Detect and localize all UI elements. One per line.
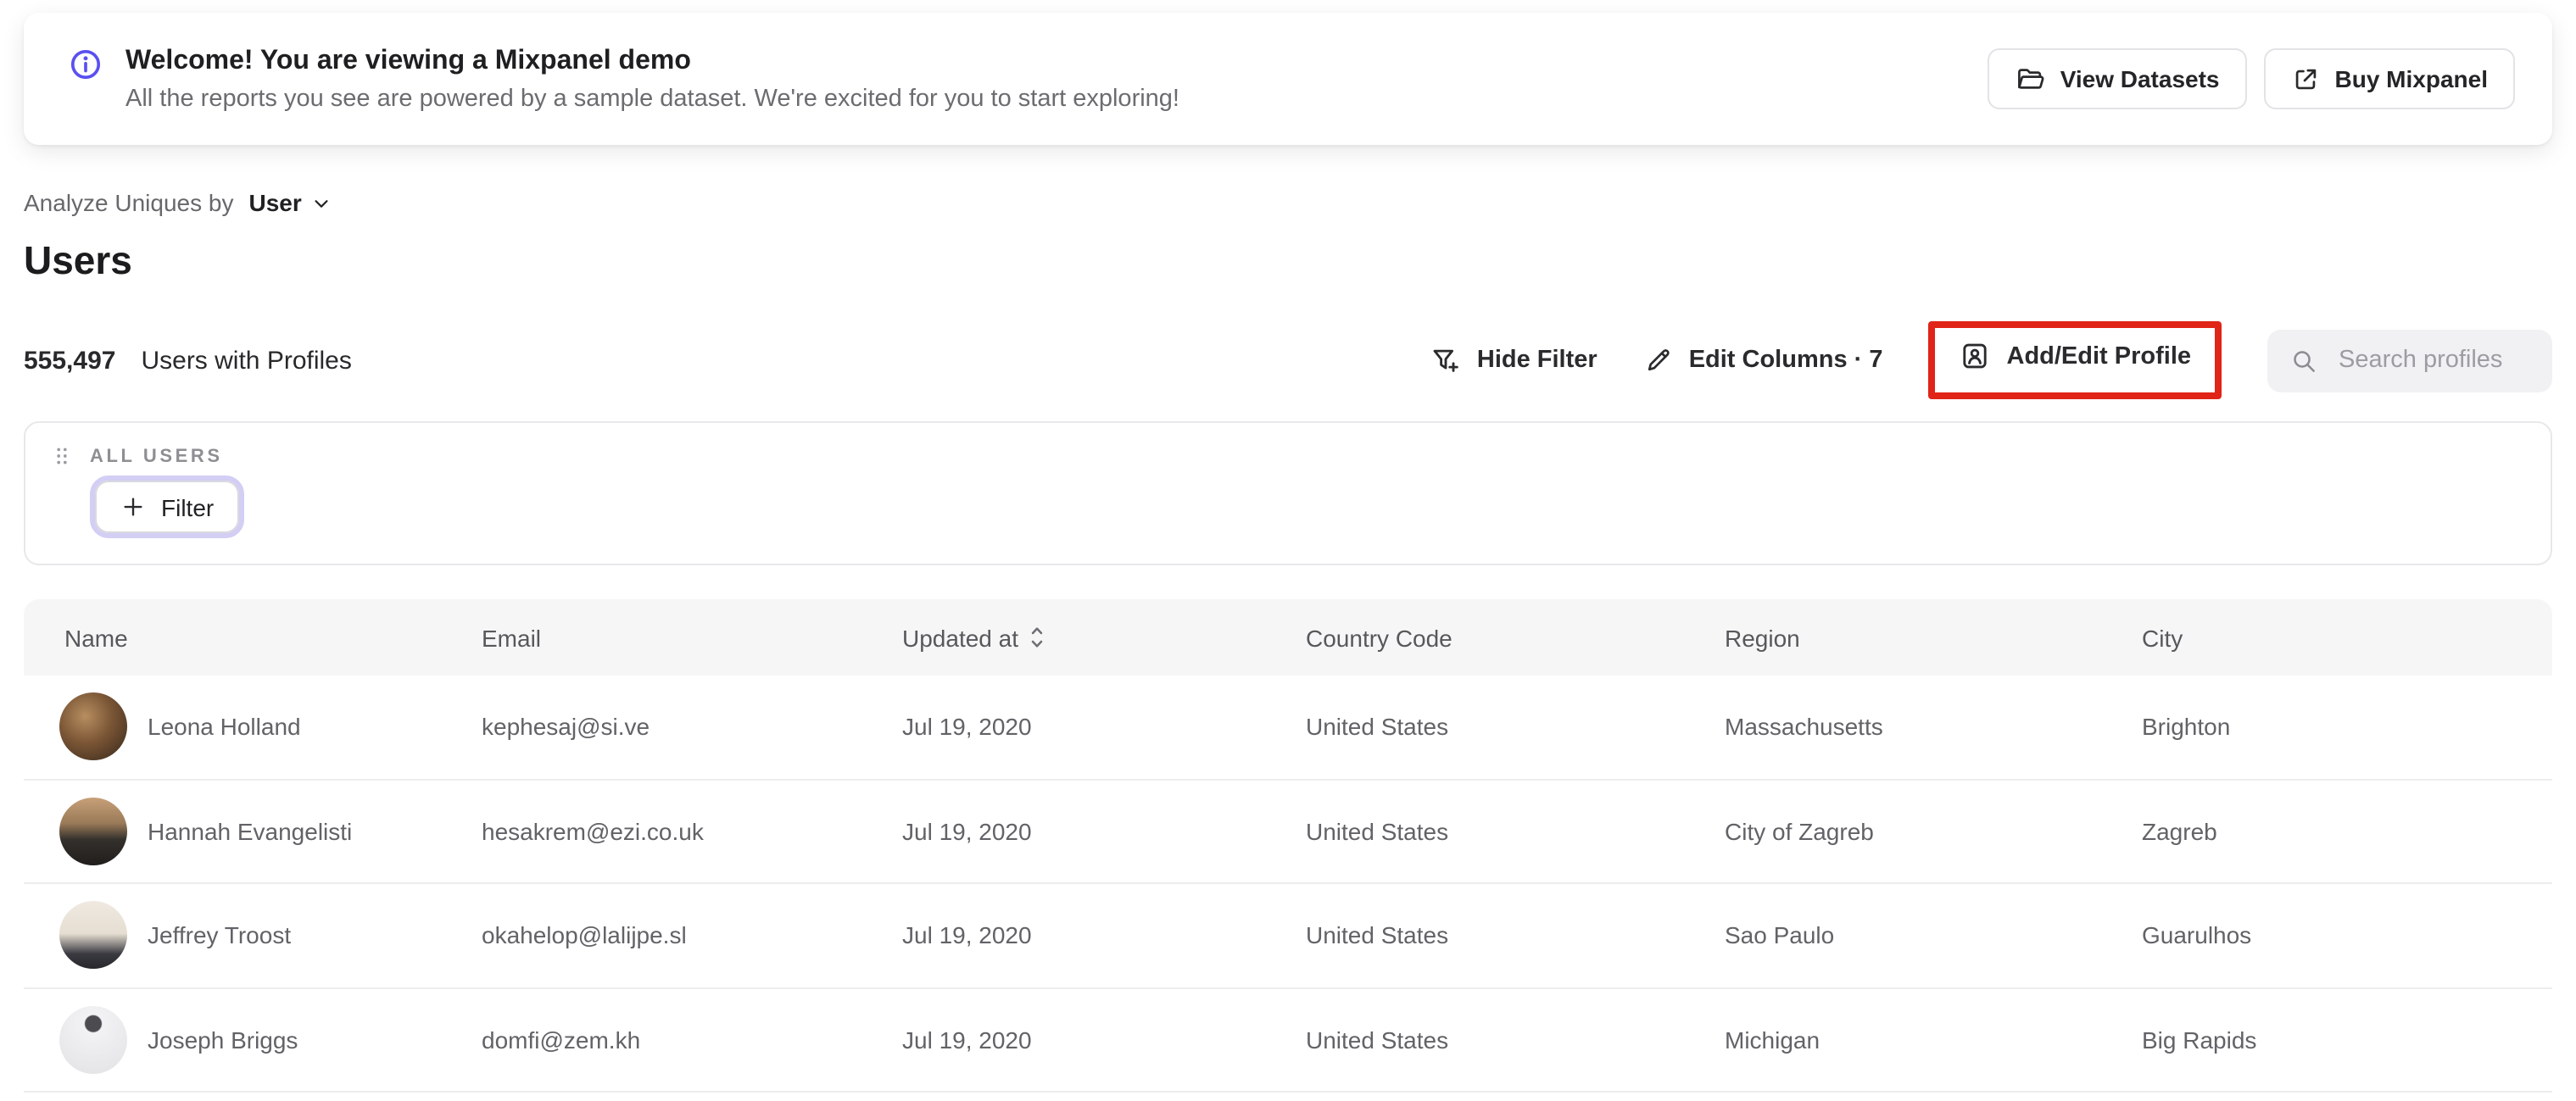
- cell-updated-at: Jul 19, 2020: [902, 713, 1032, 741]
- cell-country-code: United States: [1306, 713, 1449, 741]
- column-header-updated-at[interactable]: Updated at: [902, 624, 1306, 651]
- search-profiles-box: [2267, 329, 2552, 392]
- analyze-by-dropdown[interactable]: User: [249, 189, 331, 216]
- filter-button-focus-ring: Filter: [90, 475, 245, 538]
- add-edit-profile-button[interactable]: Add/Edit Profile: [1960, 340, 2192, 372]
- hide-filter-label: Hide Filter: [1476, 347, 1597, 374]
- cell-name: Leona Holland: [148, 713, 301, 741]
- cell-city: Brighton: [2142, 713, 2231, 741]
- cell-city: Zagreb: [2142, 817, 2217, 845]
- analyze-row: Analyze Uniques by User: [24, 189, 2552, 216]
- cell-email: kephesaj@si.ve: [482, 713, 650, 741]
- profiles-count-label: Users with Profiles: [141, 346, 352, 375]
- filter-group-label: ALL USERS: [90, 446, 223, 466]
- banner-actions: View Datasets Buy Mixpanel: [1987, 48, 2515, 109]
- profiles-count-number: 555,497: [24, 346, 116, 375]
- cell-updated-at: Jul 19, 2020: [902, 921, 1032, 949]
- cell-city: Guarulhos: [2142, 921, 2252, 949]
- page-title: Users: [24, 238, 132, 282]
- column-header-email: Email: [482, 624, 542, 651]
- person-card-icon: [1960, 340, 1992, 372]
- pencil-icon: [1643, 345, 1674, 375]
- column-header-name: Name: [64, 624, 128, 651]
- column-header-country-code: Country Code: [1306, 624, 1452, 651]
- stats-toolbar-row: 555,497 Users with Profiles Hide Filter: [24, 321, 2552, 399]
- external-link-icon: [2291, 64, 2320, 93]
- cell-region: City of Zagreb: [1725, 817, 1874, 845]
- avatar: [59, 692, 127, 761]
- analyze-label: Analyze Uniques by: [24, 189, 234, 216]
- banner-title: Welcome! You are viewing a Mixpanel demo: [125, 47, 691, 75]
- annotation-highlight-box: Add/Edit Profile: [1928, 321, 2222, 399]
- users-page: Welcome! You are viewing a Mixpanel demo…: [0, 13, 2576, 1101]
- filter-panel: ALL USERS Filter: [24, 421, 2552, 565]
- search-profiles-input[interactable]: [2335, 345, 2530, 375]
- cell-region: Massachusetts: [1725, 713, 1883, 741]
- info-icon: [68, 47, 103, 82]
- cell-region: Sao Paulo: [1725, 921, 1835, 949]
- add-filter-label: Filter: [161, 493, 215, 520]
- cell-email: domfi@zem.kh: [482, 1026, 641, 1054]
- funnel-plus-icon: [1430, 344, 1462, 376]
- table-row[interactable]: Joseph Briggs domfi@zem.kh Jul 19, 2020 …: [24, 988, 2552, 1093]
- users-table: Name Email Updated at Country Code Regio…: [24, 599, 2552, 1093]
- cell-city: Big Rapids: [2142, 1026, 2257, 1054]
- toolbar: Hide Filter Edit Columns · 7 Add/Edit Pr…: [1430, 321, 2552, 399]
- table-row[interactable]: Hannah Evangelisti hesakrem@ezi.co.uk Ju…: [24, 780, 2552, 884]
- edit-columns-label: Edit Columns · 7: [1688, 347, 1883, 374]
- cell-email: okahelop@lalijpe.sl: [482, 921, 687, 949]
- view-datasets-button[interactable]: View Datasets: [1987, 48, 2247, 109]
- drag-handle-icon[interactable]: [51, 445, 73, 467]
- plus-icon: [120, 494, 146, 520]
- search-icon: [2289, 346, 2318, 375]
- avatar: [59, 797, 127, 865]
- cell-name: Hannah Evangelisti: [148, 817, 353, 845]
- buy-mixpanel-label: Buy Mixpanel: [2334, 65, 2489, 92]
- cell-region: Michigan: [1725, 1026, 1820, 1054]
- table-header-row: Name Email Updated at Country Code Regio…: [24, 599, 2552, 676]
- cell-name: Jeffrey Troost: [148, 921, 292, 949]
- avatar: [59, 1005, 127, 1074]
- cell-country-code: United States: [1306, 1026, 1449, 1054]
- column-header-region: Region: [1725, 624, 1800, 651]
- sort-icon: [1029, 625, 1044, 650]
- cell-name: Joseph Briggs: [148, 1026, 298, 1054]
- welcome-banner-text-group: Welcome! You are viewing a Mixpanel demo…: [68, 45, 1179, 113]
- table-row[interactable]: Leona Holland kephesaj@si.ve Jul 19, 202…: [24, 676, 2552, 780]
- analyze-by-value: User: [248, 189, 302, 216]
- edit-columns-button[interactable]: Edit Columns · 7: [1643, 345, 1883, 375]
- banner-subtitle: All the reports you see are powered by a…: [125, 86, 1179, 113]
- hide-filter-button[interactable]: Hide Filter: [1430, 344, 1597, 376]
- add-edit-profile-label: Add/Edit Profile: [2006, 342, 2192, 370]
- table-row[interactable]: Jeffrey Troost okahelop@lalijpe.sl Jul 1…: [24, 884, 2552, 988]
- chevron-down-icon: [312, 193, 331, 212]
- cell-updated-at: Jul 19, 2020: [902, 1026, 1032, 1054]
- cell-email: hesakrem@ezi.co.uk: [482, 817, 704, 845]
- welcome-banner: Welcome! You are viewing a Mixpanel demo…: [24, 13, 2552, 145]
- column-header-city: City: [2142, 624, 2183, 651]
- add-filter-button[interactable]: Filter: [95, 481, 240, 533]
- profiles-count: 555,497 Users with Profiles: [24, 346, 352, 375]
- cell-country-code: United States: [1306, 817, 1449, 845]
- cell-updated-at: Jul 19, 2020: [902, 817, 1032, 845]
- folder-icon: [2015, 64, 2045, 94]
- avatar: [59, 901, 127, 970]
- cell-country-code: United States: [1306, 921, 1449, 949]
- view-datasets-label: View Datasets: [2060, 65, 2220, 92]
- buy-mixpanel-button[interactable]: Buy Mixpanel: [2263, 48, 2515, 109]
